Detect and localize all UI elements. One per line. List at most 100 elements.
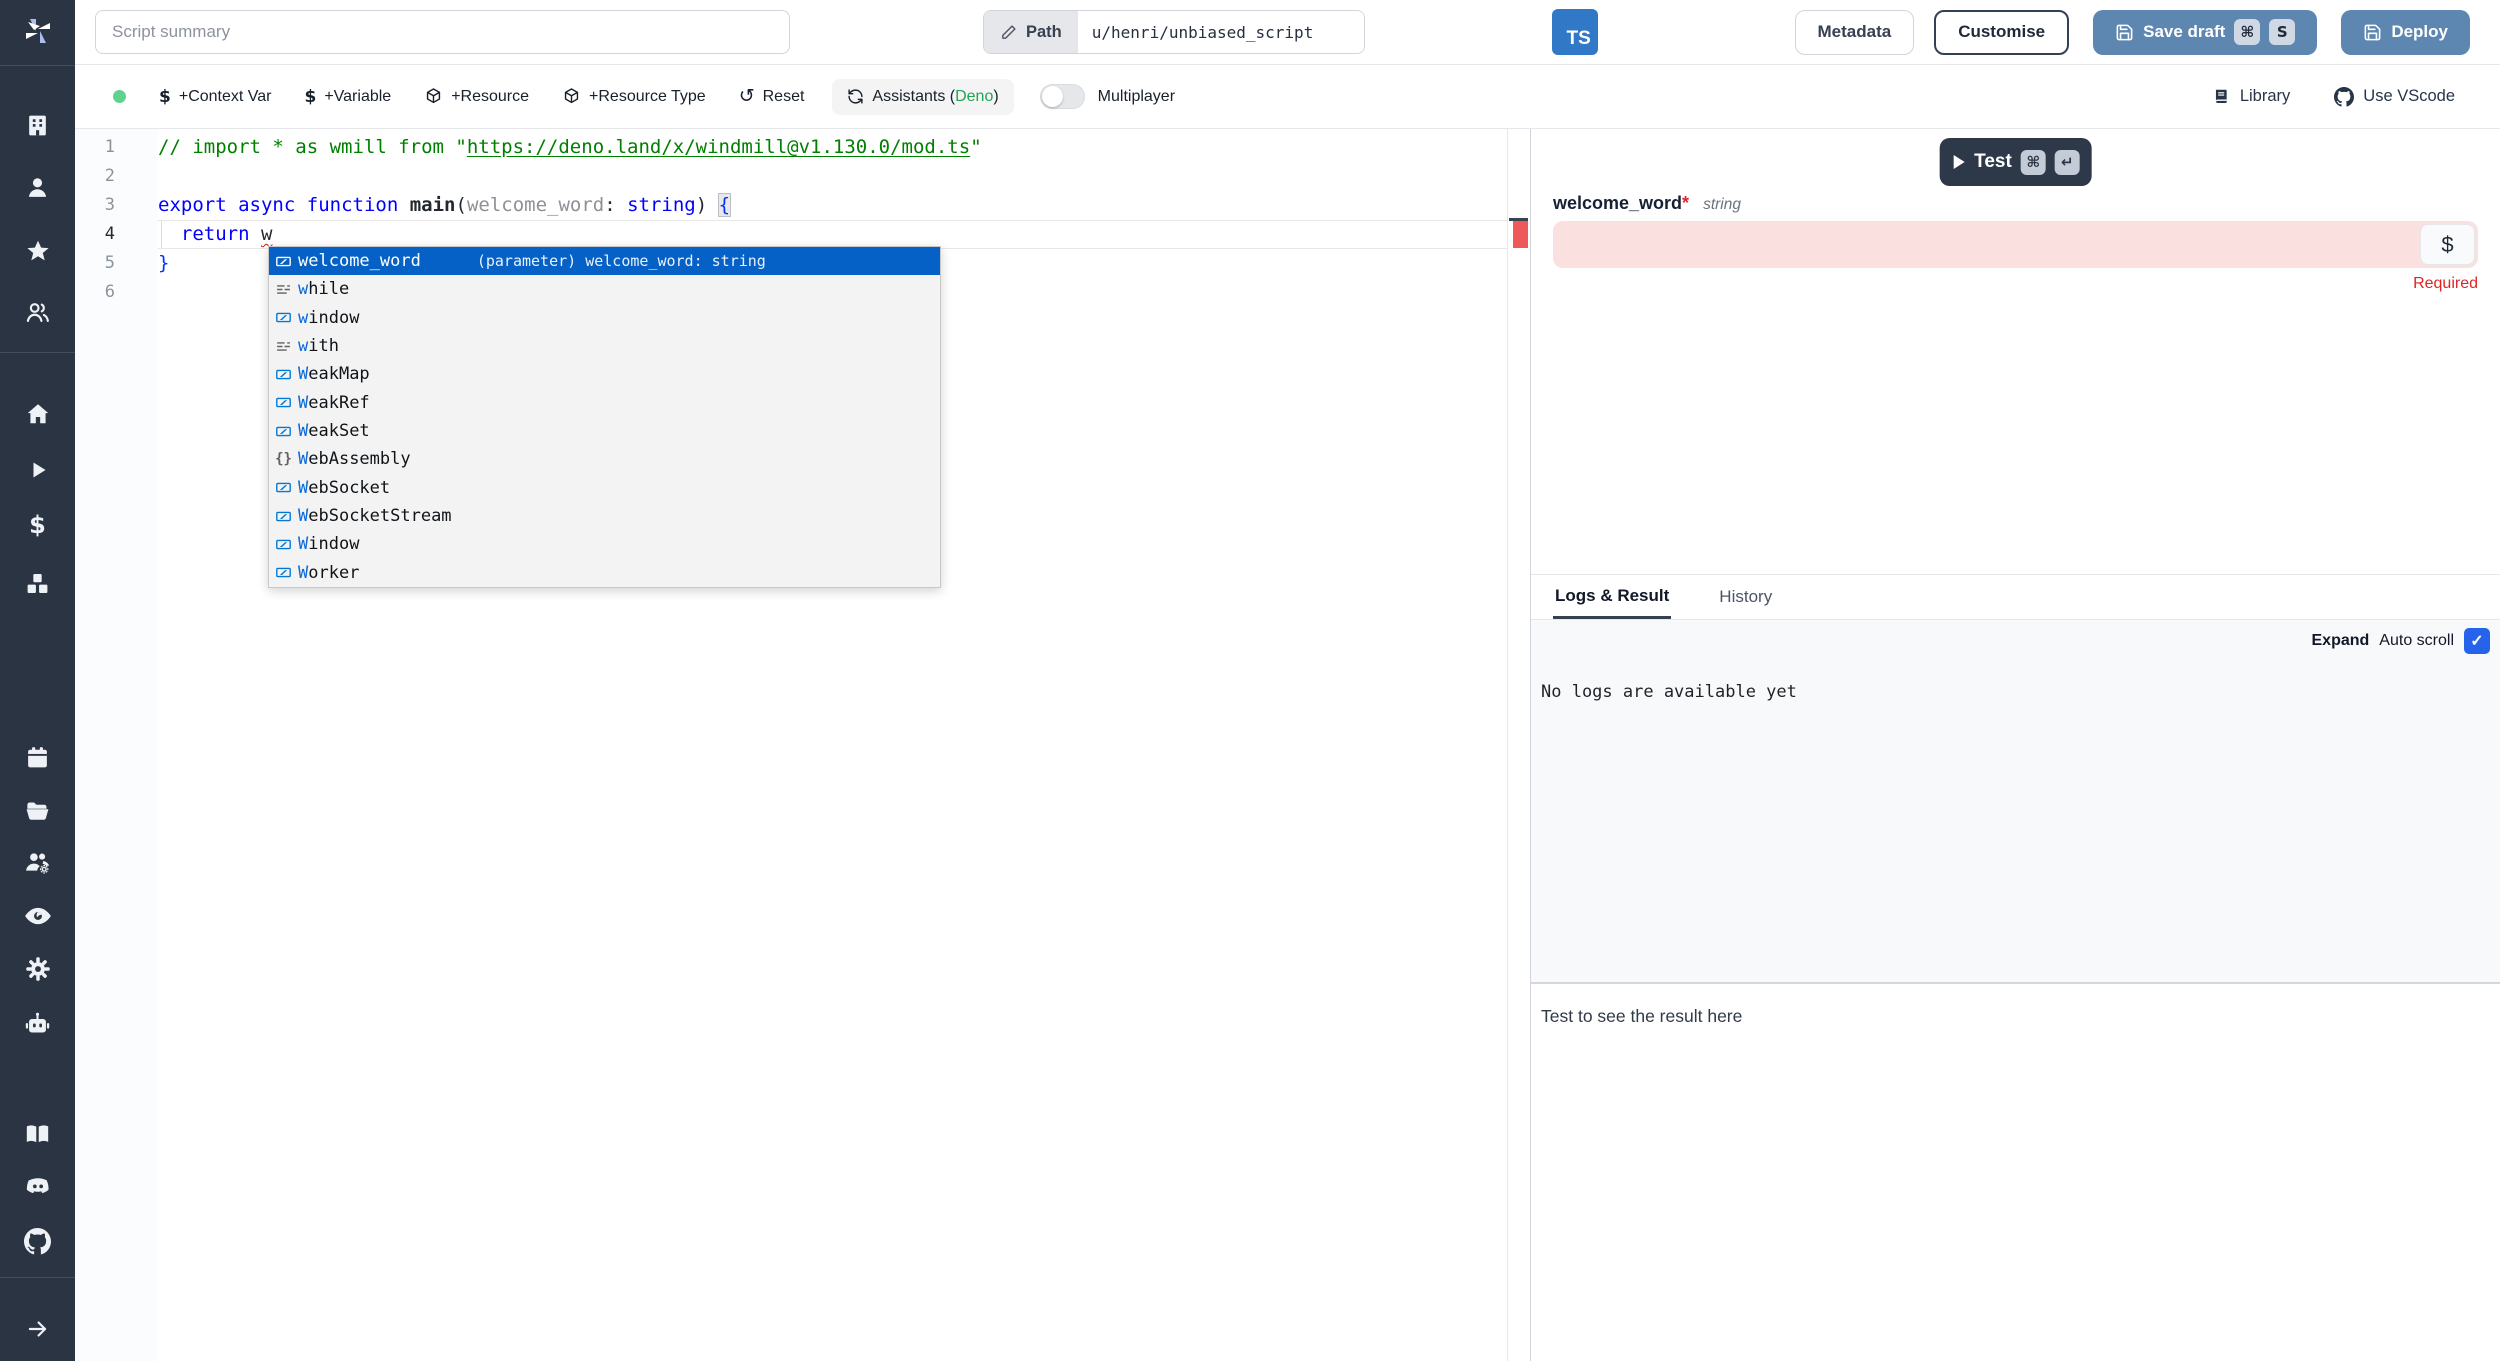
completion-item[interactable]: while bbox=[269, 275, 940, 303]
sidebar-item-folders[interactable] bbox=[15, 794, 61, 828]
completion-item[interactable]: WeakRef bbox=[269, 389, 940, 417]
boxes-icon bbox=[24, 570, 51, 597]
insert-variable-button[interactable]: $ bbox=[2420, 224, 2475, 265]
github-icon bbox=[24, 1228, 51, 1255]
github-icon bbox=[2334, 87, 2354, 107]
result-placeholder: Test to see the result here bbox=[1541, 1006, 1742, 1027]
add-context-var-button[interactable]: $ +Context Var bbox=[159, 87, 271, 107]
current-line-highlight bbox=[158, 220, 1507, 249]
test-button[interactable]: Test ⌘ ↵ bbox=[1939, 138, 2092, 186]
customise-button[interactable]: Customise bbox=[1934, 10, 2069, 55]
home-icon bbox=[25, 401, 51, 427]
multiplayer-label: Multiplayer bbox=[1098, 88, 1175, 106]
sidebar: $ bbox=[0, 0, 75, 1361]
library-button[interactable]: Library bbox=[2212, 87, 2290, 106]
line-number: 4 bbox=[75, 220, 115, 249]
tab-logs-result[interactable]: Logs & Result bbox=[1553, 575, 1671, 619]
assistants-button[interactable]: Assistants (Deno) bbox=[832, 79, 1013, 115]
check-icon: ✓ bbox=[2470, 631, 2483, 651]
deploy-button[interactable]: Deploy bbox=[2341, 10, 2470, 55]
sidebar-item-settings[interactable] bbox=[15, 952, 61, 986]
add-resource-button[interactable]: +Resource bbox=[424, 87, 529, 106]
sidebar-item-discord[interactable] bbox=[15, 1170, 61, 1204]
result-section: Test to see the result here bbox=[1531, 984, 2500, 1358]
sidebar-expand-button[interactable] bbox=[15, 1312, 61, 1346]
code-line: export async function main(welcome_word:… bbox=[158, 191, 730, 220]
sidebar-item-variables[interactable]: $ bbox=[15, 508, 61, 542]
completion-item[interactable]: WebSocketStream bbox=[269, 502, 940, 530]
completion-item[interactable]: window bbox=[269, 304, 940, 332]
welcome-word-input[interactable] bbox=[1553, 221, 2478, 268]
logs-section: Expand Auto scroll ✓ No logs are availab… bbox=[1531, 620, 2500, 982]
play-icon bbox=[1951, 154, 1965, 170]
keyword-icon bbox=[273, 338, 294, 355]
sidebar-item-workspace[interactable] bbox=[15, 108, 61, 142]
sidebar-item-groups[interactable] bbox=[15, 846, 61, 880]
arrow-right-icon bbox=[25, 1316, 51, 1342]
users-icon bbox=[24, 299, 51, 326]
arguments-section: Test ⌘ ↵ welcome_word* string $ Required bbox=[1531, 129, 2500, 574]
sidebar-item-community[interactable] bbox=[15, 295, 61, 329]
variable-icon bbox=[273, 479, 294, 496]
sidebar-item-home[interactable] bbox=[15, 397, 61, 431]
completion-item[interactable]: Worker bbox=[269, 559, 940, 587]
save-icon bbox=[2363, 23, 2382, 42]
sidebar-item-runs[interactable] bbox=[15, 453, 61, 487]
variable-icon bbox=[273, 423, 294, 440]
reset-button[interactable]: ↺ Reset bbox=[739, 87, 805, 106]
sidebar-divider bbox=[0, 1277, 75, 1278]
cube-icon bbox=[562, 87, 581, 106]
dollar-icon: $ bbox=[159, 87, 171, 107]
deno-label: Deno bbox=[955, 88, 993, 105]
completion-item[interactable]: welcome_word(parameter) welcome_word: st… bbox=[269, 247, 940, 275]
multiplayer-toggle[interactable] bbox=[1040, 84, 1085, 109]
tab-history[interactable]: History bbox=[1717, 575, 1774, 619]
field-label-row: welcome_word* string bbox=[1553, 193, 1741, 214]
cmd-key-badge: ⌘ bbox=[2234, 19, 2260, 45]
edit-path-button[interactable]: Path bbox=[984, 11, 1078, 53]
add-resource-type-button[interactable]: +Resource Type bbox=[562, 87, 706, 106]
windmill-logo[interactable] bbox=[15, 14, 61, 48]
overview-ruler[interactable] bbox=[1507, 129, 1530, 1361]
gear-icon bbox=[25, 956, 51, 982]
use-vscode-button[interactable]: Use VScode bbox=[2334, 87, 2455, 107]
completion-item[interactable]: Window bbox=[269, 530, 940, 558]
language-status-dot bbox=[113, 90, 126, 103]
variable-icon bbox=[273, 564, 294, 581]
typescript-badge: TS bbox=[1552, 9, 1598, 55]
line-number: 5 bbox=[75, 249, 115, 278]
completion-item[interactable]: with bbox=[269, 332, 940, 360]
completion-item[interactable]: WeakSet bbox=[269, 417, 940, 445]
expand-button[interactable]: Expand bbox=[2312, 632, 2370, 650]
undo-icon: ↺ bbox=[739, 87, 755, 106]
module-icon: {} bbox=[273, 451, 294, 467]
user-icon bbox=[25, 175, 50, 200]
book-icon bbox=[2212, 87, 2231, 106]
discord-icon bbox=[24, 1173, 52, 1201]
script-summary-input[interactable] bbox=[95, 10, 790, 54]
refresh-icon bbox=[847, 88, 864, 105]
star-icon bbox=[25, 238, 51, 264]
completion-item[interactable]: WebSocket bbox=[269, 474, 940, 502]
completion-item[interactable]: WeakMap bbox=[269, 360, 940, 388]
add-variable-button[interactable]: $ +Variable bbox=[304, 87, 391, 107]
sidebar-item-audit-logs[interactable] bbox=[15, 899, 61, 933]
sidebar-item-user[interactable] bbox=[15, 170, 61, 204]
metadata-button[interactable]: Metadata bbox=[1795, 10, 1915, 55]
sidebar-item-github[interactable] bbox=[15, 1224, 61, 1258]
sidebar-item-resources[interactable] bbox=[15, 566, 61, 600]
sidebar-item-schedules[interactable] bbox=[15, 740, 61, 774]
editor-gutter bbox=[75, 129, 158, 1361]
path-input[interactable] bbox=[1078, 11, 1364, 53]
field-type: string bbox=[1703, 196, 1741, 214]
autoscroll-checkbox[interactable]: ✓ bbox=[2464, 628, 2490, 654]
save-draft-button[interactable]: Save draft ⌘ S bbox=[2093, 10, 2317, 55]
field-name: welcome_word bbox=[1553, 193, 1682, 214]
sidebar-item-workers[interactable] bbox=[15, 1006, 61, 1040]
completion-item[interactable]: {}WebAssembly bbox=[269, 445, 940, 473]
sidebar-item-docs[interactable] bbox=[15, 1117, 61, 1151]
editor-toolbar: $ +Context Var $ +Variable +Resource +Re… bbox=[75, 65, 2500, 129]
preview-panel: Test ⌘ ↵ welcome_word* string $ Required… bbox=[1530, 129, 2500, 1361]
code-editor[interactable]: 123456 // import * as wmill from "https:… bbox=[75, 129, 1530, 1361]
sidebar-item-favorites[interactable] bbox=[15, 234, 61, 268]
